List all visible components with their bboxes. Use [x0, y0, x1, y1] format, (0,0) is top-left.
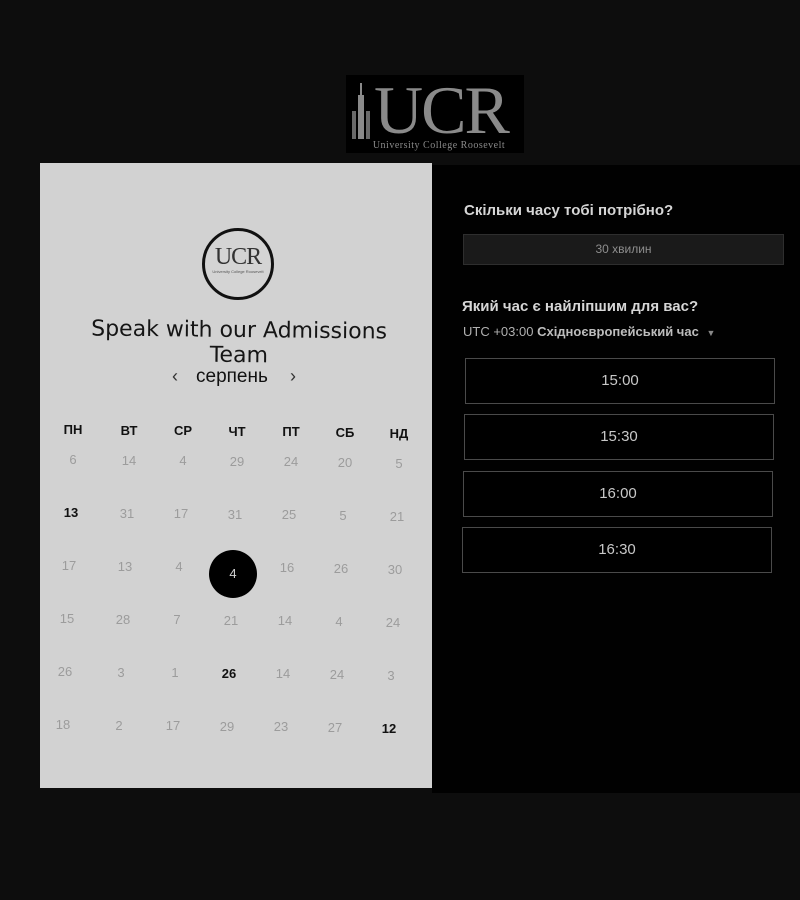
calendar-day[interactable]: 4	[322, 612, 356, 632]
timezone-offset: UTC +03:00	[463, 324, 534, 339]
calendar-day[interactable]: 31	[218, 505, 252, 525]
calendar-day[interactable]: 5	[326, 506, 360, 526]
calendar-day[interactable]: 3	[374, 666, 408, 686]
ucr-logo: UCR University College Roosevelt	[346, 75, 524, 153]
duration-select[interactable]: 30 хвилин	[463, 234, 784, 265]
calendar-day[interactable]: 13	[54, 503, 88, 523]
calendar-day[interactable]: 1	[158, 663, 192, 683]
calendar-day[interactable]: 23	[264, 717, 298, 737]
calendar-day[interactable]: 29	[220, 452, 254, 472]
calendar-day[interactable]: 25	[272, 505, 306, 525]
time-slot-button[interactable]: 16:30	[462, 527, 772, 573]
calendar-day[interactable]: 26	[212, 664, 246, 684]
weekday-label: ЧТ	[228, 423, 246, 439]
weekday-label: ВТ	[120, 422, 138, 438]
calendar-day[interactable]: 24	[376, 613, 410, 633]
calendar-day[interactable]: 14	[266, 664, 300, 684]
calendar-day[interactable]: 26	[324, 559, 358, 579]
duration-question: Скільки часу тобі потрібно?	[464, 202, 674, 219]
chevron-left-icon[interactable]: ‹	[172, 366, 178, 387]
calendar-day[interactable]: 21	[214, 611, 248, 631]
weekday-label: ПТ	[282, 424, 300, 440]
timezone-name: Східноєвропейський час	[537, 324, 699, 339]
caret-down-icon: ▼	[706, 328, 716, 338]
calendar-day[interactable]: 17	[164, 504, 198, 524]
calendar-day[interactable]: 27	[318, 718, 352, 738]
time-slot-button[interactable]: 15:30	[464, 414, 774, 460]
weekday-label: ПН	[63, 422, 83, 437]
calendar-day[interactable]: 12	[372, 719, 406, 739]
calendar-day[interactable]: 16	[270, 558, 304, 578]
month-navigation: ‹ серпень ›	[168, 364, 310, 392]
calendar-day[interactable]: 21	[380, 507, 414, 527]
calendar-day[interactable]: 18	[46, 715, 80, 735]
calendar-day[interactable]: 17	[156, 716, 190, 736]
calendar-day[interactable]: 24	[320, 665, 354, 685]
calendar-day[interactable]: 3	[104, 663, 138, 683]
calendar-day[interactable]: 7	[160, 610, 194, 630]
calendar-day[interactable]: 26	[48, 662, 82, 682]
month-label: серпень	[196, 366, 268, 387]
calendar-day[interactable]: 2	[102, 716, 136, 736]
calendar-day[interactable]: 14	[112, 451, 146, 471]
timezone-selector[interactable]: UTC +03:00 Східноєвропейський час ▼	[463, 324, 715, 339]
calendar-day[interactable]: 4	[166, 451, 200, 471]
logo-subtitle: University College Roosevelt	[372, 140, 506, 151]
logo-text: UCR	[374, 75, 510, 148]
calendar-day[interactable]: 4	[162, 557, 196, 577]
selected-day[interactable]: 4	[209, 549, 257, 598]
calendar-day[interactable]: 17	[52, 556, 86, 576]
calendar-day[interactable]: 28	[106, 610, 140, 630]
calendar-day[interactable]: 30	[378, 560, 412, 580]
tower-icon	[352, 83, 370, 139]
calendar-day[interactable]: 13	[108, 557, 142, 577]
calendar-day[interactable]: 24	[274, 452, 308, 472]
time-slot-button[interactable]: 15:00	[465, 358, 775, 404]
page-title: Speak with our Admissions Team	[91, 316, 388, 369]
circle-logo-subtitle: University College Roosevelt	[212, 269, 264, 274]
calendar-day[interactable]: 15	[50, 609, 84, 629]
weekday-label: СР	[173, 423, 193, 439]
calendar-day[interactable]: 29	[210, 717, 244, 737]
circle-logo: UCR University College Roosevelt	[202, 228, 274, 300]
time-slot-button[interactable]: 16:00	[463, 471, 773, 517]
circle-logo-text: UCR	[214, 244, 262, 270]
calendar-day[interactable]: 20	[328, 453, 362, 473]
time-question: Який час є найліпшим для вас?	[462, 298, 699, 315]
calendar-day[interactable]: 31	[110, 504, 144, 524]
calendar-day[interactable]: 5	[382, 454, 416, 474]
calendar-day[interactable]: 14	[268, 611, 302, 631]
weekday-label: СБ	[335, 425, 355, 440]
chevron-right-icon[interactable]: ›	[290, 366, 296, 387]
weekday-label: НД	[389, 425, 409, 441]
calendar-day[interactable]: 6	[56, 450, 90, 470]
